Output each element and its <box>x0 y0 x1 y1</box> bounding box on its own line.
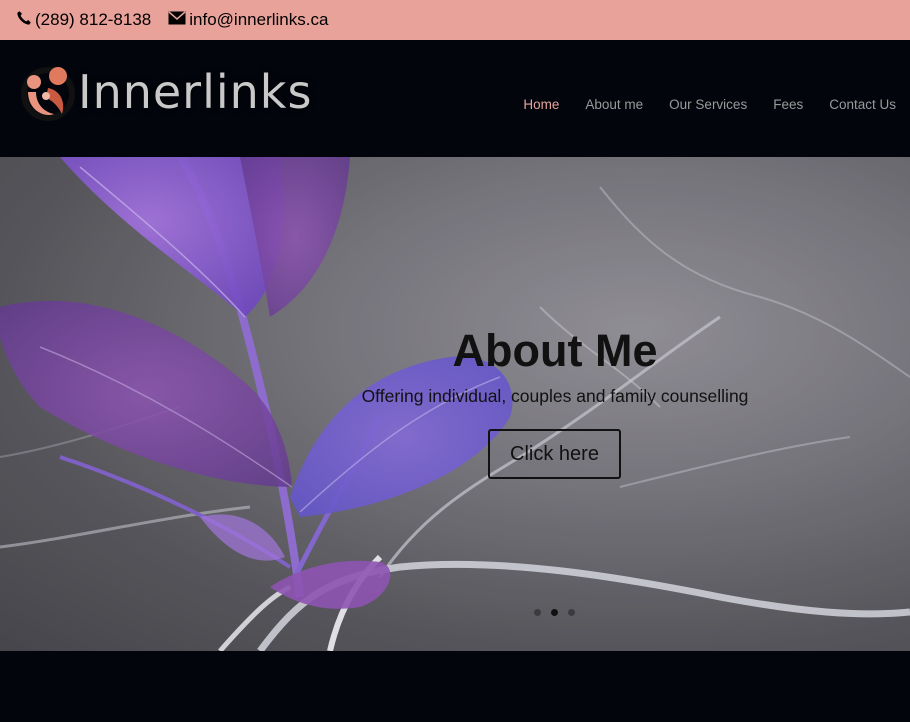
envelope-icon <box>168 10 186 30</box>
top-contact-bar: (289) 812-8138 info@innerlinks.ca <box>0 0 910 40</box>
nav-item-contact-us[interactable]: Contact Us <box>829 97 896 112</box>
logo-mark-icon <box>20 62 76 122</box>
nav-item-home[interactable]: Home <box>523 97 559 112</box>
slider-dot-1[interactable] <box>534 609 541 616</box>
hero-slider: About Me Offering individual, couples an… <box>0 157 910 651</box>
hero-subtitle: Offering individual, couples and family … <box>361 386 749 406</box>
nav-item-fees[interactable]: Fees <box>773 97 803 112</box>
main-navigation: Home About me Our Services Fees Contact … <box>497 97 896 112</box>
site-header: Innerlinks Home About me Our Services Fe… <box>0 40 910 157</box>
logo-wordmark: Innerlinks <box>78 65 313 119</box>
site-logo[interactable]: Innerlinks <box>20 62 312 122</box>
nav-item-about-me[interactable]: About me <box>585 97 643 112</box>
slider-pagination <box>534 609 585 616</box>
phone-number: (289) 812-8138 <box>35 10 152 29</box>
email-contact[interactable]: info@innerlinks.ca <box>168 10 328 30</box>
phone-contact[interactable]: (289) 812-8138 <box>16 10 151 31</box>
slider-dot-2[interactable] <box>551 609 558 616</box>
phone-icon <box>16 10 32 31</box>
hero-title: About Me <box>452 325 658 376</box>
slider-dot-3[interactable] <box>568 609 575 616</box>
page-bottom-band <box>0 651 910 722</box>
email-address: info@innerlinks.ca <box>189 10 329 29</box>
hero-cta-button[interactable]: Click here <box>488 429 621 479</box>
nav-item-our-services[interactable]: Our Services <box>669 97 747 112</box>
